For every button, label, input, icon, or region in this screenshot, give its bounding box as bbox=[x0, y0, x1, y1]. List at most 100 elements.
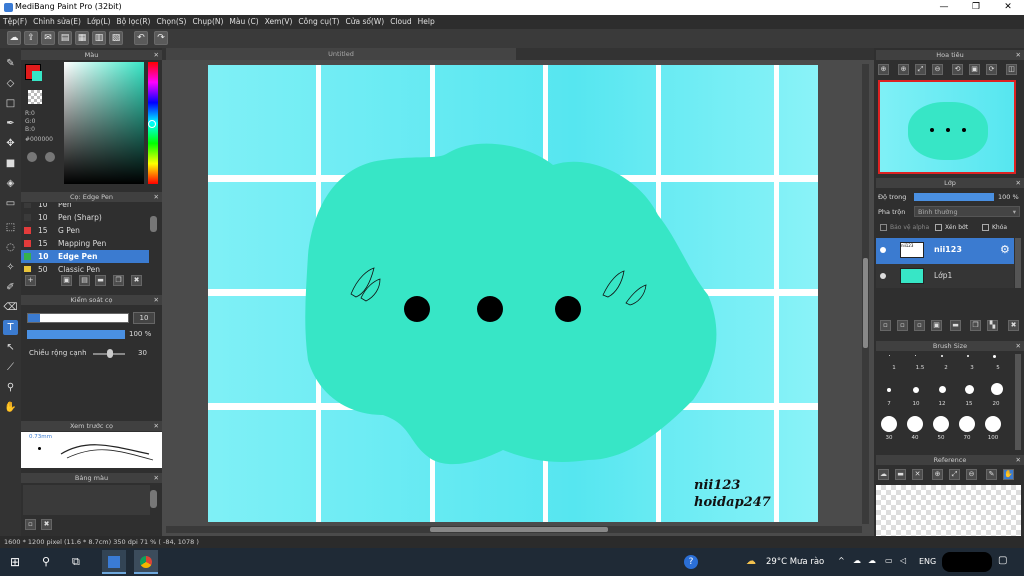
lasso-tool-icon[interactable]: ◌ bbox=[3, 240, 18, 255]
menu-cloud[interactable]: Cloud bbox=[387, 15, 414, 29]
chrome-taskbar-icon[interactable] bbox=[134, 550, 158, 574]
gradient-tool-icon[interactable]: ▭ bbox=[3, 196, 18, 211]
horizontal-scrollbar-thumb[interactable] bbox=[430, 527, 608, 532]
text-tool-icon[interactable]: T bbox=[3, 320, 18, 335]
brush-item[interactable]: 10 Pen bbox=[21, 203, 149, 211]
add-brush-icon[interactable]: + bbox=[25, 275, 36, 286]
fill-rect-tool-icon[interactable]: ■ bbox=[3, 156, 18, 171]
eyedropper-tool-icon[interactable]: ⚲ bbox=[3, 380, 18, 395]
menu-tools[interactable]: Công cụ(T) bbox=[295, 15, 342, 29]
select-eraser-tool-icon[interactable]: ⌫ bbox=[3, 300, 18, 315]
undo-button[interactable]: ↶ bbox=[134, 31, 148, 45]
brush-item[interactable]: 50 Classic Pen bbox=[21, 263, 149, 272]
size-dot[interactable] bbox=[939, 386, 946, 393]
zoom-out-icon[interactable]: ⊖ bbox=[932, 64, 943, 75]
duplicate-icon[interactable]: ❐ bbox=[970, 320, 981, 331]
rect-tool-icon[interactable]: □ bbox=[3, 96, 18, 111]
reference-canvas[interactable] bbox=[876, 485, 1021, 536]
upload-icon[interactable]: ⇪ bbox=[24, 31, 38, 45]
layer-menu-icon[interactable]: ▣ bbox=[931, 320, 942, 331]
windows-start-icon[interactable]: ⊞ bbox=[10, 556, 22, 568]
hue-handle[interactable] bbox=[148, 120, 156, 128]
layout-icon[interactable]: ▥ bbox=[92, 31, 106, 45]
brush-page-icon[interactable]: ▤ bbox=[79, 275, 90, 286]
eyedropper-icon[interactable]: ✎ bbox=[986, 469, 997, 480]
brush-item[interactable]: 15 Mapping Pen bbox=[21, 237, 149, 250]
size-dot[interactable] bbox=[965, 385, 974, 394]
volume-icon[interactable]: ◁ bbox=[900, 556, 906, 565]
copy-icon[interactable]: ❐ bbox=[113, 275, 124, 286]
layer-row[interactable]: Lớp1 bbox=[876, 264, 1014, 288]
cloud-icon[interactable]: ☁ bbox=[7, 31, 21, 45]
size-dot[interactable] bbox=[907, 416, 923, 432]
close-button[interactable]: ✕ bbox=[992, 0, 1024, 15]
comment-icon[interactable]: ✉ bbox=[41, 31, 55, 45]
zoom-out-icon[interactable]: ⊖ bbox=[966, 469, 977, 480]
close-icon[interactable]: ✕ bbox=[1016, 50, 1021, 60]
open-folder-icon[interactable]: ▬ bbox=[895, 469, 906, 480]
background-color-swatch[interactable] bbox=[32, 71, 42, 81]
gear-icon[interactable]: ⚙ bbox=[1000, 243, 1010, 256]
brush-item[interactable]: 15 G Pen bbox=[21, 224, 149, 237]
grid-icon[interactable]: ▦ bbox=[75, 31, 89, 45]
zoom-in-step-icon[interactable]: ⊕ bbox=[898, 64, 909, 75]
new-layer-icon[interactable]: ▫ bbox=[880, 320, 891, 331]
magic-wand-tool-icon[interactable]: ✧ bbox=[3, 260, 18, 275]
size-dot[interactable] bbox=[967, 355, 969, 357]
task-view-icon[interactable]: ⧉ bbox=[72, 555, 80, 569]
close-icon[interactable]: ✕ bbox=[154, 421, 159, 431]
palette-add-icon[interactable]: ▫ bbox=[25, 519, 36, 530]
layer-row-selected[interactable]: nii123 nii123 ⚙ bbox=[876, 238, 1014, 264]
navigator-thumbnail[interactable] bbox=[878, 80, 1016, 174]
size-dot[interactable] bbox=[933, 416, 949, 432]
close-icon[interactable]: ✕ bbox=[154, 473, 159, 483]
help-icon[interactable]: ? bbox=[684, 555, 698, 569]
brush-menu-icon[interactable]: ▣ bbox=[61, 275, 72, 286]
delete-layer-icon[interactable]: ✖ bbox=[1008, 320, 1019, 331]
size-dot[interactable] bbox=[887, 388, 891, 392]
blend-select[interactable]: Bình thường ▾ bbox=[914, 206, 1020, 217]
panel-icon[interactable]: ▤ bbox=[58, 31, 72, 45]
fit-icon[interactable]: ⤢ bbox=[915, 64, 926, 75]
fit-screen-icon[interactable]: ▣ bbox=[969, 64, 980, 75]
redo-button[interactable]: ↷ bbox=[154, 31, 168, 45]
hand-tool-icon[interactable]: ✋ bbox=[3, 400, 18, 415]
cloud-tray-icon[interactable]: ☁ bbox=[853, 556, 861, 565]
brush-item-selected[interactable]: 10Edge Pen⚙ bbox=[21, 250, 149, 263]
brush-size-slider[interactable] bbox=[27, 313, 129, 323]
menu-edit[interactable]: Chỉnh sửa(E) bbox=[30, 15, 84, 29]
palette-delete-icon[interactable]: ✖ bbox=[41, 519, 52, 530]
notification-icon[interactable]: ▢ bbox=[998, 555, 1007, 566]
menu-help[interactable]: Help bbox=[415, 15, 438, 29]
delete-icon[interactable]: ✖ bbox=[131, 275, 142, 286]
divide-tool-icon[interactable]: ⟋ bbox=[3, 360, 18, 375]
cloud-reference-icon[interactable]: ☁ bbox=[878, 469, 889, 480]
menu-color[interactable]: Màu (C) bbox=[226, 15, 261, 29]
menu-file[interactable]: Tệp(F) bbox=[0, 15, 30, 29]
menu-filter[interactable]: Bộ lọc(R) bbox=[114, 15, 154, 29]
vertical-scrollbar-thumb[interactable] bbox=[863, 258, 868, 348]
settings-panel-icon[interactable]: ▧ bbox=[109, 31, 123, 45]
flip-icon[interactable]: ◫ bbox=[1006, 64, 1017, 75]
size-dot[interactable] bbox=[913, 387, 919, 393]
alpha-protect-checkbox[interactable] bbox=[880, 224, 887, 231]
close-icon[interactable]: ✕ bbox=[1016, 178, 1021, 188]
close-reference-icon[interactable]: ✕ bbox=[912, 469, 923, 480]
operation-tool-icon[interactable]: ↖ bbox=[3, 340, 18, 355]
close-icon[interactable]: ✕ bbox=[154, 295, 159, 305]
rotate-left-icon[interactable]: ⟲ bbox=[952, 64, 963, 75]
weather-text[interactable]: 29°C Mưa rào bbox=[766, 557, 824, 567]
fit-icon[interactable]: ⤢ bbox=[949, 469, 960, 480]
folder-icon[interactable]: ▬ bbox=[950, 320, 961, 331]
canvas[interactable]: nii123 hoidap247 bbox=[208, 65, 818, 522]
visibility-eye-icon[interactable] bbox=[880, 273, 886, 279]
language-indicator[interactable]: ENG bbox=[919, 557, 936, 566]
brush-opacity-slider[interactable] bbox=[27, 330, 125, 339]
bucket-tool-icon[interactable]: ◈ bbox=[3, 176, 18, 191]
brush-size-value[interactable]: 10 bbox=[133, 312, 155, 324]
clip-checkbox[interactable] bbox=[935, 224, 942, 231]
menu-view[interactable]: Xem(V) bbox=[262, 15, 296, 29]
palette-scrollbar[interactable] bbox=[150, 490, 157, 508]
rotate-right-icon[interactable]: ⟳ bbox=[986, 64, 997, 75]
menu-select[interactable]: Chọn(S) bbox=[153, 15, 189, 29]
